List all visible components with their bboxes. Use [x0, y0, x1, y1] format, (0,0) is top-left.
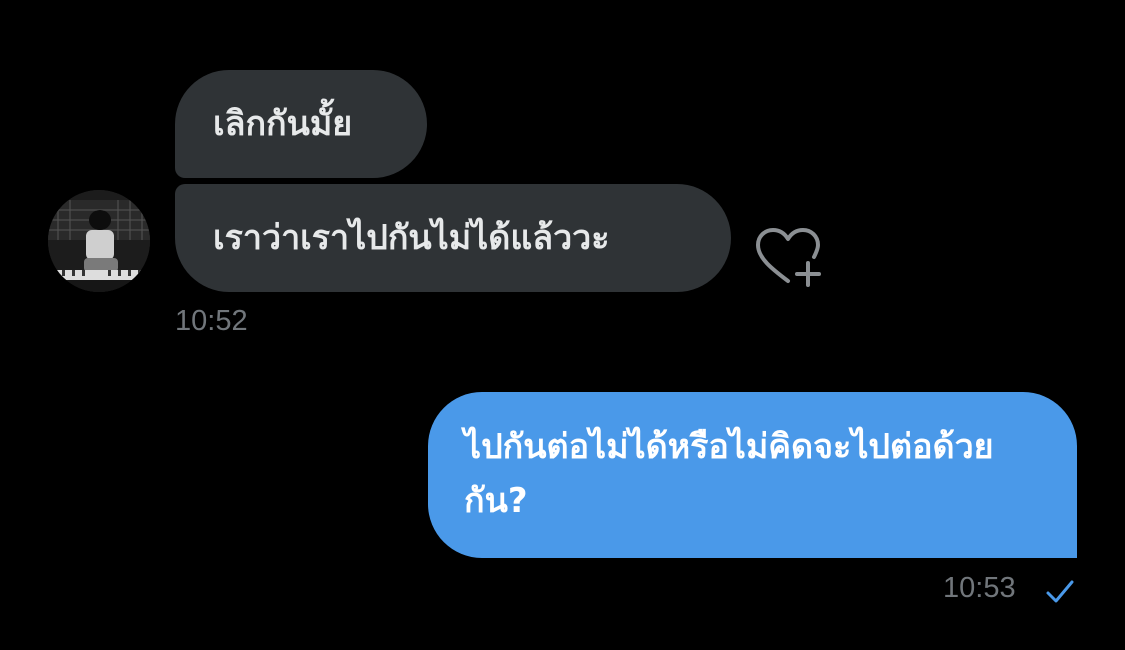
incoming-timestamp: 10:52 — [175, 305, 248, 337]
heart-plus-icon[interactable] — [750, 225, 826, 289]
outgoing-message-bubble[interactable]: ไปกันต่อไม่ได้หรือไม่คิดจะไปต่อด้วยกัน? — [428, 392, 1077, 558]
incoming-message-bubble[interactable]: เลิกกันมั้ย — [175, 70, 427, 178]
incoming-message-bubble[interactable]: เราว่าเราไปกันไม่ได้แล้ววะ — [175, 184, 731, 292]
checkmark-icon — [1044, 578, 1076, 606]
contact-avatar[interactable] — [48, 190, 150, 292]
outgoing-timestamp: 10:53 — [943, 572, 1016, 604]
avatar-photo — [48, 190, 150, 292]
